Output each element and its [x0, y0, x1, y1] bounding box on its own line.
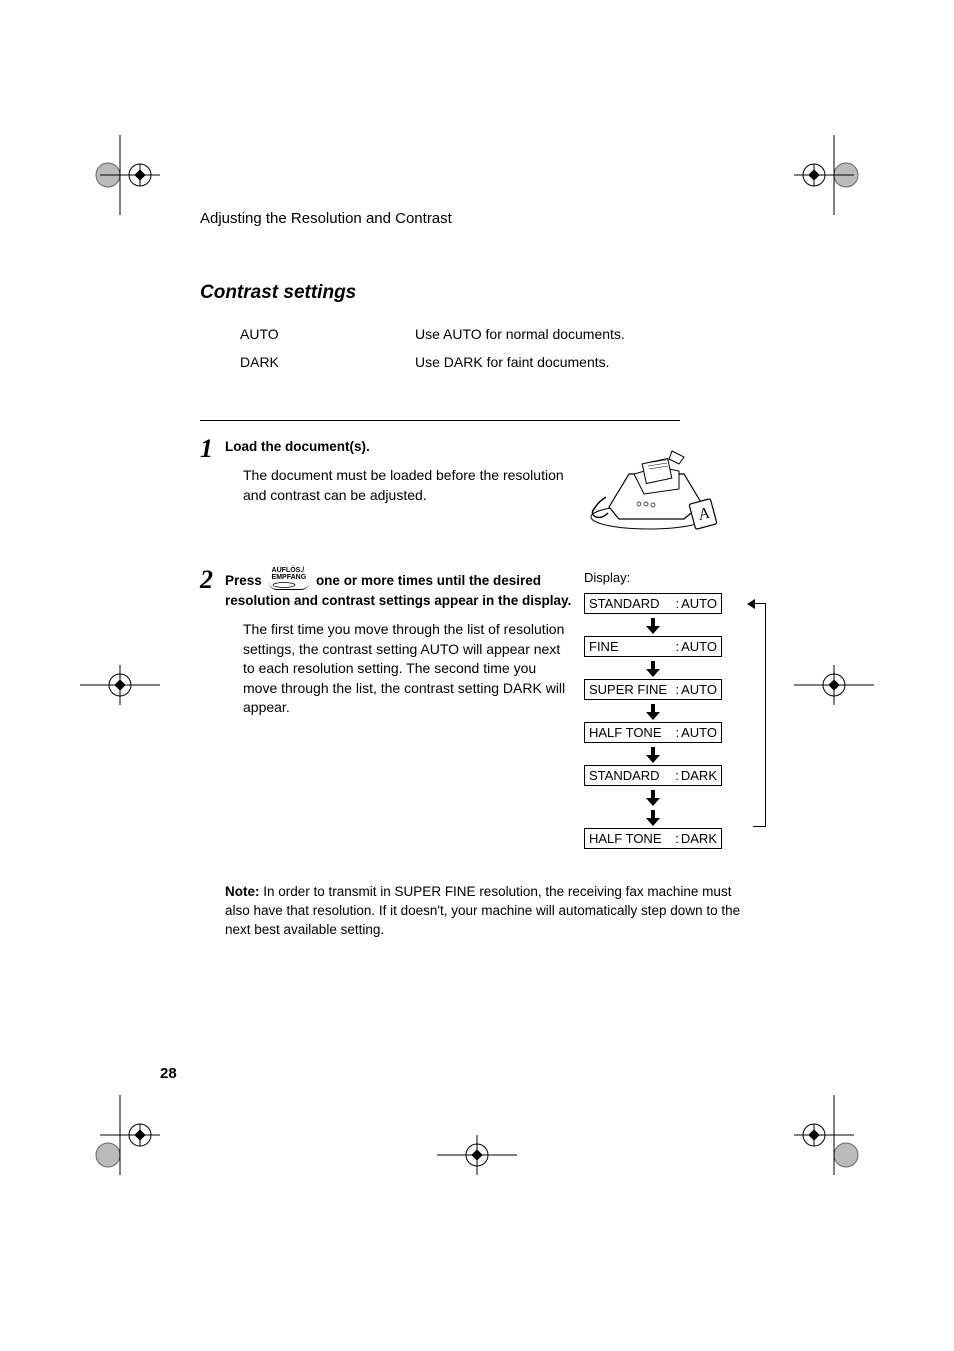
resolution-value: HALF TONE — [589, 725, 673, 740]
setting-description: Use AUTO for normal documents. — [415, 326, 625, 342]
arrow-down-icon — [584, 661, 722, 679]
arrow-down-icon — [584, 618, 722, 636]
contrast-value: AUTO — [681, 682, 717, 697]
registration-mark-icon — [80, 1095, 160, 1175]
contrast-value: DARK — [681, 831, 717, 846]
setting-description: Use DARK for faint documents. — [415, 354, 610, 370]
display-state: HALF TONE : DARK — [584, 828, 722, 849]
resolution-value: HALF TONE — [589, 831, 673, 846]
table-row: DARK Use DARK for faint documents. — [240, 354, 754, 370]
contrast-value: AUTO — [681, 596, 717, 611]
contrast-value: AUTO — [681, 725, 717, 740]
key-line2: EMPFANG — [272, 574, 307, 581]
registration-mark-icon — [794, 1095, 874, 1175]
contrast-settings-table: AUTO Use AUTO for normal documents. DARK… — [240, 326, 754, 370]
resolution-key-icon: AUFLÖS./ EMPFANG — [269, 567, 310, 590]
step-title: Load the document(s). — [225, 439, 574, 454]
step-2: 2 Press AUFLÖS./ EMPFANG one or more tim… — [200, 567, 754, 853]
arrow-down-icon — [584, 704, 722, 722]
display-state-flow: STANDARD : AUTO FINE : AUTO SUPER FI — [584, 593, 754, 849]
contrast-value: AUTO — [681, 639, 717, 654]
divider — [200, 420, 680, 421]
note-label: Note: — [225, 884, 260, 899]
display-label: Display: — [584, 570, 754, 585]
step-body: The document must be loaded before the r… — [243, 466, 574, 505]
table-row: AUTO Use AUTO for normal documents. — [240, 326, 754, 342]
page-number: 28 — [160, 1065, 177, 1082]
arrow-down-icon — [584, 790, 722, 808]
display-state: HALF TONE : AUTO — [584, 722, 722, 743]
return-arrow-icon — [753, 603, 766, 827]
display-state: FINE : AUTO — [584, 636, 722, 657]
step-title: Press AUFLÖS./ EMPFANG one or more times… — [225, 570, 574, 608]
contrast-value: DARK — [681, 768, 717, 783]
fax-machine-icon: A — [584, 439, 729, 534]
note: Note: In order to transmit in SUPER FINE… — [225, 883, 754, 940]
running-header: Adjusting the Resolution and Contrast — [200, 210, 754, 227]
text: Press — [225, 573, 266, 588]
setting-label: AUTO — [240, 326, 415, 342]
arrow-down-icon — [584, 810, 722, 828]
display-state: STANDARD : DARK — [584, 765, 722, 786]
resolution-value: SUPER FINE — [589, 682, 673, 697]
display-state: SUPER FINE : AUTO — [584, 679, 722, 700]
resolution-value: FINE — [589, 639, 673, 654]
key-line1: AUFLÖS./ — [272, 567, 305, 574]
section-heading: Contrast settings — [200, 282, 754, 304]
step-1: 1 Load the document(s). The document mus… — [200, 436, 754, 537]
note-text: In order to transmit in SUPER FINE resol… — [225, 884, 740, 937]
step-body: The first time you move through the list… — [243, 620, 574, 718]
resolution-value: STANDARD — [589, 768, 673, 783]
step-number: 1 — [200, 436, 225, 462]
setting-label: DARK — [240, 354, 415, 370]
arrow-down-icon — [584, 747, 722, 765]
resolution-value: STANDARD — [589, 596, 673, 611]
registration-mark-icon — [437, 1115, 517, 1195]
step-number: 2 — [200, 567, 225, 593]
display-state: STANDARD : AUTO — [584, 593, 722, 614]
